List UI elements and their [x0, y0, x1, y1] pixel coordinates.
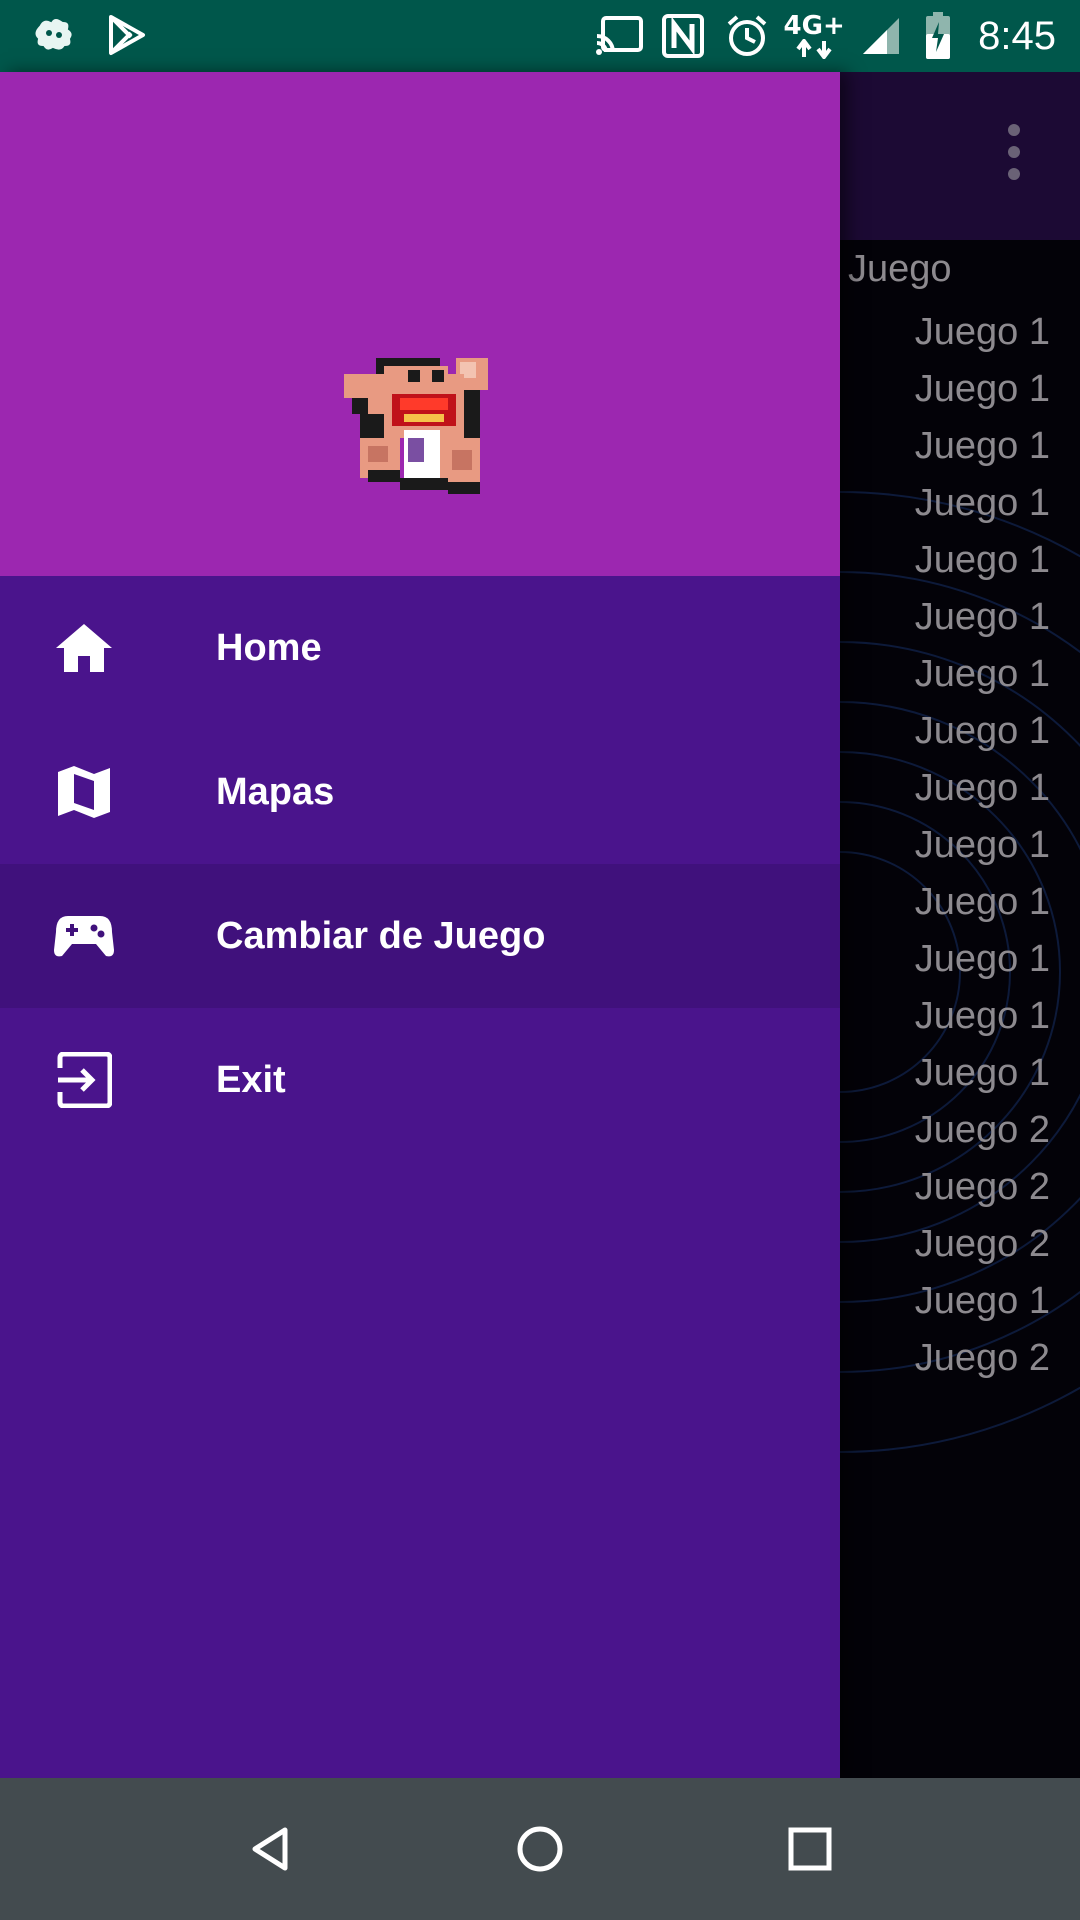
- drawer-header: [0, 72, 840, 576]
- list-item[interactable]: Juego 1: [915, 646, 1050, 703]
- list-item[interactable]: Juego 1: [915, 760, 1050, 817]
- list-item[interactable]: Juego 2: [915, 1330, 1050, 1387]
- cast-icon: [594, 11, 644, 61]
- nfc-icon: [658, 11, 708, 61]
- list-item[interactable]: Juego 1: [915, 874, 1050, 931]
- recents-icon[interactable]: [775, 1814, 845, 1884]
- clock: 8:45: [978, 13, 1056, 58]
- list-item[interactable]: Juego 1: [915, 418, 1050, 475]
- drawer-item-label: Exit: [216, 1059, 286, 1101]
- overflow-menu-icon[interactable]: [1000, 124, 1028, 180]
- battery-icon: [920, 11, 956, 61]
- list-item[interactable]: Juego 1: [915, 475, 1050, 532]
- list-item[interactable]: Juego 1: [915, 931, 1050, 988]
- list-item[interactable]: Juego 1: [915, 589, 1050, 646]
- drawer-item-exit[interactable]: Exit: [0, 1008, 840, 1152]
- exit-icon: [54, 1050, 114, 1110]
- drawer-item-label: Mapas: [216, 771, 335, 813]
- signal-icon: [856, 11, 906, 61]
- list-item[interactable]: Juego 1: [915, 532, 1050, 589]
- list-item[interactable]: Juego 1: [915, 304, 1050, 361]
- home-circle-icon[interactable]: [505, 1814, 575, 1884]
- status-bar: 4G+ 8:45: [0, 0, 1080, 72]
- back-icon[interactable]: [235, 1814, 305, 1884]
- list-item[interactable]: Juego 2: [915, 1102, 1050, 1159]
- map-icon: [54, 762, 114, 822]
- list-item[interactable]: Juego 1: [915, 1045, 1050, 1102]
- list-item[interactable]: Juego 1: [915, 361, 1050, 418]
- list-item[interactable]: Juego 2: [915, 1216, 1050, 1273]
- drawer-item-mapas[interactable]: Mapas: [0, 720, 840, 864]
- weather-icon: [28, 10, 78, 60]
- list-item[interactable]: Juego 2: [915, 1159, 1050, 1216]
- list-item[interactable]: Juego 1: [915, 988, 1050, 1045]
- home-icon: [54, 618, 114, 678]
- column-header: Juego: [848, 248, 952, 290]
- list-item[interactable]: Juego 1: [915, 703, 1050, 760]
- play-store-icon: [102, 10, 152, 60]
- list-item[interactable]: Juego 1: [915, 1273, 1050, 1330]
- drawer-item-home[interactable]: Home: [0, 576, 840, 720]
- gamepad-icon: [54, 906, 114, 966]
- list-item[interactable]: Juego 1: [915, 817, 1050, 874]
- navigation-drawer: Home Mapas Cambiar de Juego Exit: [0, 72, 840, 1778]
- network-type: 4G+: [784, 11, 845, 61]
- drawer-item-label: Home: [216, 627, 322, 669]
- monkey-mascot-image: [344, 358, 488, 494]
- system-navigation-bar: [0, 1778, 1080, 1920]
- drawer-item-label: Cambiar de Juego: [216, 915, 546, 957]
- drawer-item-cambiar-de-juego[interactable]: Cambiar de Juego: [0, 864, 840, 1008]
- alarm-icon: [722, 11, 772, 61]
